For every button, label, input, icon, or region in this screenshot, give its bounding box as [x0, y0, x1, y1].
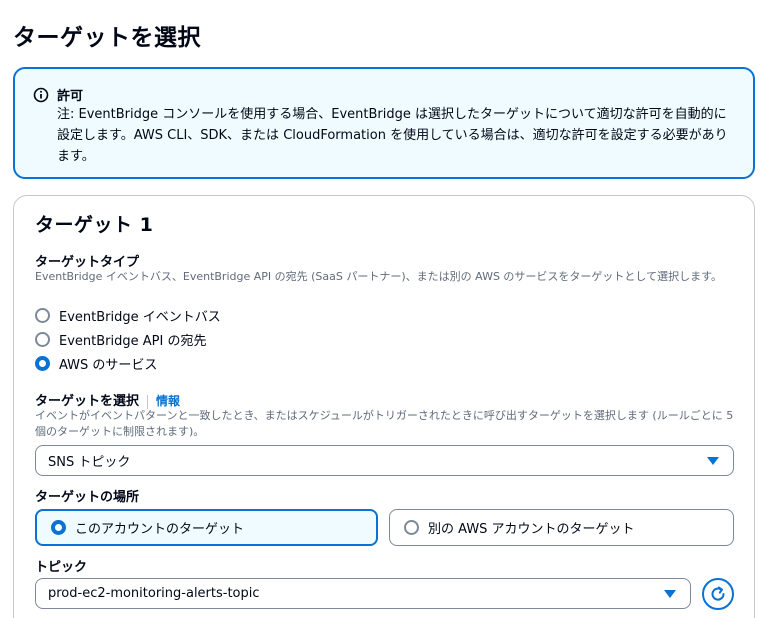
radio-label: EventBridge イベントバス [59, 310, 221, 325]
target-service-select[interactable]: SNS トピック [35, 445, 734, 476]
radio-aws-service[interactable]: AWS のサービス [35, 354, 157, 373]
tile-label: 別の AWS アカウントのターゲット [428, 522, 635, 537]
info-link[interactable]: 情報 [156, 394, 180, 408]
radio-button[interactable] [35, 308, 50, 323]
topic-label: トピック [35, 560, 88, 575]
tile-label: このアカウントのターゲット [75, 522, 245, 537]
radio-label: AWS のサービス [59, 358, 158, 373]
select-target-label: ターゲットを選択 [35, 394, 140, 409]
select-target-label-row: ターゲットを選択 情報 [35, 390, 180, 409]
target-location-label: ターゲットの場所 [35, 490, 140, 505]
caret-down-icon [707, 456, 719, 465]
info-title: 許可 [57, 89, 84, 104]
radio-label: EventBridge API の宛先 [59, 334, 207, 349]
target-type-description: EventBridge イベントバス、EventBridge API の宛先 (… [35, 270, 722, 283]
location-tile-other-account[interactable]: 別の AWS アカウントのターゲット [389, 509, 734, 546]
radio-eventbridge-bus[interactable]: EventBridge イベントバス [35, 306, 221, 325]
target-card-title: ターゲット 1 [35, 214, 154, 236]
select-value: SNS トピック [48, 455, 131, 470]
target-card: ターゲット 1 ターゲットタイプ EventBridge イベントバス、Even… [13, 195, 755, 618]
target-type-label: ターゲットタイプ [35, 255, 140, 270]
radio-button-checked[interactable] [51, 520, 66, 535]
radio-button[interactable] [404, 520, 419, 535]
permissions-info-alert: 許可 注: EventBridge コンソールを使用する場合、EventBrid… [13, 67, 755, 179]
radio-button[interactable] [35, 332, 50, 347]
refresh-button[interactable] [702, 578, 734, 610]
select-value: prod-ec2-monitoring-alerts-topic [48, 586, 260, 601]
refresh-icon [711, 586, 725, 601]
select-target-description: イベントがイベントパターンと一致したとき、またはスケジュールがトリガーされたとき… [35, 409, 734, 438]
separator [147, 394, 149, 409]
caret-down-icon [664, 589, 676, 598]
info-text: 注: EventBridge コンソールを使用する場合、EventBridge … [57, 107, 728, 164]
page-title: ターゲットを選択 [13, 25, 201, 51]
location-tile-this-account[interactable]: このアカウントのターゲット [35, 509, 378, 546]
info-circle-icon [33, 87, 49, 103]
radio-eventbridge-api-destination[interactable]: EventBridge API の宛先 [35, 330, 206, 349]
topic-select[interactable]: prod-ec2-monitoring-alerts-topic [35, 578, 691, 609]
radio-button-checked[interactable] [35, 356, 50, 371]
